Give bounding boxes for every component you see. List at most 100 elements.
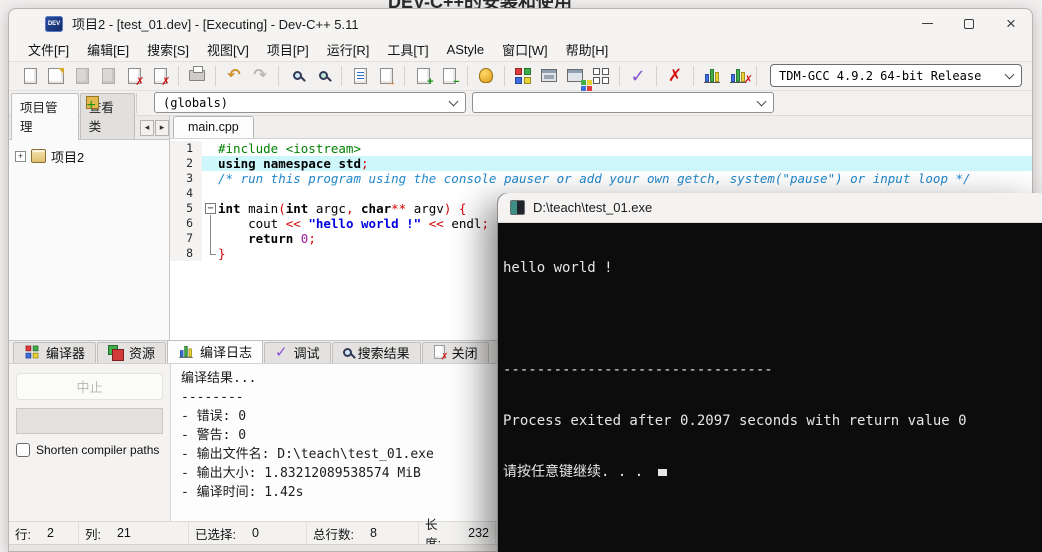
- tab-compile-log[interactable]: 编译日志: [167, 340, 263, 363]
- toolbar-separator: [619, 66, 620, 86]
- menu-project[interactable]: 项目[P]: [258, 38, 318, 61]
- code-line[interactable]: 3/* run this program using the console p…: [170, 171, 1032, 186]
- menu-astyle[interactable]: AStyle: [438, 40, 494, 59]
- project-panel-tabs: 项目管理 查看类 ◂ ▸: [9, 116, 169, 140]
- close-button[interactable]: ×: [990, 9, 1032, 39]
- replace-icon: [319, 71, 328, 80]
- project-tree-item[interactable]: + 项目2: [9, 140, 169, 173]
- minimize-button[interactable]: [906, 9, 948, 39]
- scope-select[interactable]: (globals): [154, 92, 466, 113]
- code-line[interactable]: 2using namespace std;: [170, 156, 1032, 171]
- bookmark-arrow-icon: →: [386, 77, 397, 88]
- close-file-button[interactable]: ✗: [121, 64, 147, 88]
- next-bookmark-icon: →: [380, 68, 393, 84]
- tab-close-panel[interactable]: ✗ 关闭: [422, 342, 489, 363]
- title-bar[interactable]: DEV 项目2 - [test_01.dev] - [Executing] - …: [9, 9, 1032, 39]
- toolbar-separator: [693, 66, 694, 86]
- tab-debug[interactable]: ✓ 调试: [264, 342, 331, 363]
- save-button[interactable]: [69, 64, 95, 88]
- debug-button[interactable]: ✓: [625, 64, 651, 88]
- goto-line-button[interactable]: [347, 64, 373, 88]
- compiler-select[interactable]: TDM-GCC 4.9.2 64-bit Release: [770, 64, 1022, 87]
- line-number: 8: [170, 246, 202, 261]
- new-file-button[interactable]: [17, 64, 43, 88]
- undo-button[interactable]: ↶: [221, 64, 247, 88]
- console-window: D:\teach\test_01.exe hello world ! -----…: [497, 193, 1042, 552]
- console-title: D:\teach\test_01.exe: [533, 200, 652, 215]
- menu-help[interactable]: 帮助[H]: [557, 38, 618, 61]
- shorten-paths-checkbox[interactable]: [16, 443, 30, 457]
- menu-view[interactable]: 视图[V]: [198, 38, 258, 61]
- debug-tab-icon: ✓: [275, 345, 288, 360]
- member-select[interactable]: [472, 92, 774, 113]
- abort-button[interactable]: 中止: [16, 373, 163, 400]
- line-number: 3: [170, 171, 202, 186]
- status-column: 列:21: [79, 522, 189, 544]
- shorten-paths-label: Shorten compiler paths: [36, 443, 159, 457]
- new-file-icon: [24, 68, 37, 84]
- code-line[interactable]: 1#include <iostream>: [170, 141, 1032, 156]
- open-file-button[interactable]: [43, 64, 69, 88]
- tree-expand-icon[interactable]: +: [15, 151, 26, 162]
- compile-log-tab-icon: [179, 345, 193, 358]
- run-button[interactable]: [536, 64, 562, 88]
- console-title-bar[interactable]: D:\teach\test_01.exe: [498, 193, 1042, 223]
- tab-close-panel-label: 关闭: [452, 343, 478, 362]
- line-number: 4: [170, 186, 202, 201]
- abort-compile-button[interactable]: ✗: [662, 64, 688, 88]
- redo-button[interactable]: ↷: [247, 64, 273, 88]
- profile-button[interactable]: [699, 64, 725, 88]
- tab-main-cpp[interactable]: main.cpp: [173, 116, 254, 138]
- toolbar-separator: [278, 66, 279, 86]
- toolbar-separator: [504, 66, 505, 86]
- insert-button[interactable]: +: [410, 64, 436, 88]
- close-all-button[interactable]: ✗: [147, 64, 173, 88]
- next-bookmark-button[interactable]: →: [373, 64, 399, 88]
- delete-profiling-button[interactable]: ✗: [725, 64, 751, 88]
- toolbar-separator: [341, 66, 342, 86]
- project-panel: 项目管理 查看类 ◂ ▸ + 项目2: [9, 116, 170, 340]
- status-total-lines: 总行数:8: [307, 522, 419, 544]
- maximize-button[interactable]: [948, 9, 990, 39]
- fold-marker: [202, 216, 218, 231]
- tab-debug-label: 调试: [294, 343, 320, 362]
- toolbar-separator: [136, 93, 137, 113]
- tab-project-manager[interactable]: 项目管理: [11, 93, 79, 140]
- search-results-tab-icon: [343, 348, 352, 357]
- save-all-button[interactable]: [95, 64, 121, 88]
- menu-window[interactable]: 窗口[W]: [493, 38, 557, 61]
- tab-search-results[interactable]: 搜索结果: [332, 342, 421, 363]
- remove-button[interactable]: −: [436, 64, 462, 88]
- line-number: 1: [170, 141, 202, 156]
- print-button[interactable]: [184, 64, 210, 88]
- save-icon: [76, 68, 89, 84]
- fold-marker: [202, 231, 218, 246]
- profiling-x-icon: ✗: [744, 73, 753, 86]
- rebuild-button[interactable]: [588, 64, 614, 88]
- tab-scroll-right-button[interactable]: ▸: [155, 120, 169, 136]
- menu-run[interactable]: 运行[R]: [318, 38, 379, 61]
- fold-toggle-icon[interactable]: −: [202, 201, 218, 216]
- shorten-paths-option[interactable]: Shorten compiler paths: [16, 443, 163, 457]
- find-icon: [293, 71, 302, 80]
- compile-button[interactable]: [510, 64, 536, 88]
- compile-run-button[interactable]: [562, 64, 588, 88]
- close-panel-x-icon: ✗: [440, 353, 448, 362]
- compile-progress-bar: [16, 408, 163, 434]
- project-name: 项目2: [51, 147, 84, 166]
- toolbar-separator: [404, 66, 405, 86]
- replace-button[interactable]: [310, 64, 336, 88]
- tab-scroll-left-button[interactable]: ◂: [140, 120, 154, 136]
- tip-button[interactable]: [473, 64, 499, 88]
- profile-chart-icon: [704, 68, 720, 83]
- tab-resources[interactable]: 资源: [97, 342, 166, 363]
- menu-edit[interactable]: 编辑[E]: [78, 38, 138, 61]
- find-button[interactable]: [284, 64, 310, 88]
- console-output: hello world ! --------------------------…: [498, 223, 1042, 518]
- toolbar-separator: [467, 66, 468, 86]
- menu-search[interactable]: 搜索[S]: [138, 38, 198, 61]
- menu-file[interactable]: 文件[F]: [19, 38, 78, 61]
- tab-compiler[interactable]: 编译器: [13, 342, 96, 363]
- print-icon: [189, 70, 205, 81]
- menu-tools[interactable]: 工具[T]: [378, 38, 437, 61]
